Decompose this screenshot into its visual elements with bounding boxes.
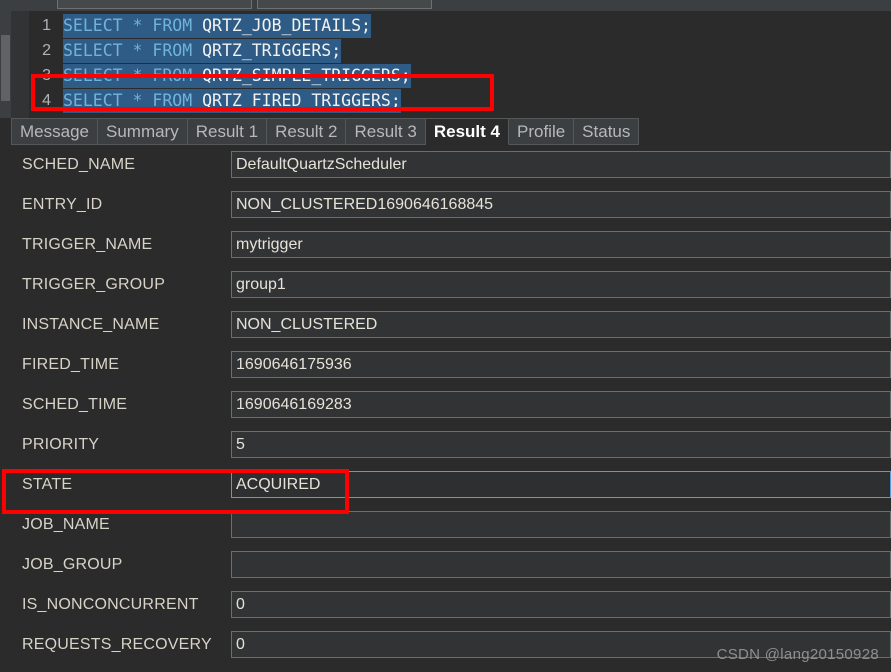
tab-result-4[interactable]: Result 4 xyxy=(425,118,509,145)
form-row: ENTRY_ID NON_CLUSTERED1690646168845 xyxy=(11,185,891,225)
form-row: TRIGGER_GROUP group1 xyxy=(11,265,891,305)
field-value-input[interactable] xyxy=(231,551,891,578)
field-label: STATE xyxy=(22,476,73,493)
sql-line[interactable]: 4 SELECT * FROM QRTZ_FIRED_TRIGGERS; xyxy=(11,88,891,113)
field-label: IS_NONCONCURRENT xyxy=(22,596,199,613)
tab-result-2[interactable]: Result 2 xyxy=(267,118,347,145)
field-label: ENTRY_ID xyxy=(22,196,103,213)
line-number: 3 xyxy=(42,66,51,84)
field-value-input[interactable]: mytrigger xyxy=(231,231,891,258)
tab-label: Message xyxy=(20,122,89,141)
sql-line[interactable]: 2 SELECT * FROM QRTZ_TRIGGERS; xyxy=(11,38,891,63)
sql-keyword: SELECT * FROM xyxy=(63,41,203,60)
form-row: SCHED_TIME 1690646169283 xyxy=(11,385,891,425)
sql-line-text[interactable]: SELECT * FROM QRTZ_FIRED_TRIGGERS; xyxy=(63,89,401,113)
field-label: TRIGGER_NAME xyxy=(22,236,153,253)
watermark: CSDN @lang20150928 xyxy=(716,646,879,663)
tab-label: Result 3 xyxy=(354,122,417,141)
editor-scrollbar-thumb[interactable] xyxy=(1,35,10,101)
form-row: SCHED_NAME DefaultQuartzScheduler xyxy=(11,145,891,185)
field-label: TRIGGER_GROUP xyxy=(22,276,166,293)
sql-table-name: QRTZ_SIMPLE_TRIGGERS; xyxy=(202,66,411,85)
field-label: REQUESTS_RECOVERY xyxy=(22,636,212,653)
editor-scrollbar-track[interactable] xyxy=(0,11,11,118)
sql-line-text[interactable]: SELECT * FROM QRTZ_SIMPLE_TRIGGERS; xyxy=(63,64,411,88)
tab-label: Result 1 xyxy=(195,122,259,141)
sql-line-text[interactable]: SELECT * FROM QRTZ_JOB_DETAILS; xyxy=(63,14,371,38)
sql-line-text[interactable]: SELECT * FROM QRTZ_TRIGGERS; xyxy=(63,39,342,63)
sql-line[interactable]: 3 SELECT * FROM QRTZ_SIMPLE_TRIGGERS; xyxy=(11,63,891,88)
sql-client-window: 1 SELECT * FROM QRTZ_JOB_DETAILS; 2 SELECT … xyxy=(0,0,891,672)
line-number: 4 xyxy=(42,91,51,109)
tab-label: Result 2 xyxy=(275,122,338,141)
field-value-input[interactable]: 1690646169283 xyxy=(231,391,891,418)
tab-label: Summary xyxy=(105,122,179,141)
tab-summary[interactable]: Summary xyxy=(97,118,188,145)
toolbar-input-b[interactable] xyxy=(257,0,432,9)
field-value-input[interactable]: group1 xyxy=(231,271,891,298)
field-value-input[interactable]: 5 xyxy=(231,431,891,458)
tab-label: Profile xyxy=(516,122,566,141)
form-row: JOB_GROUP xyxy=(11,545,891,585)
sql-keyword: SELECT * FROM xyxy=(63,66,203,85)
sql-keyword: SELECT * FROM xyxy=(63,16,203,35)
form-row: JOB_NAME xyxy=(11,505,891,545)
field-value-input[interactable]: NON_CLUSTERED1690646168845 xyxy=(231,191,891,218)
result-tab-bar[interactable]: Message Summary Result 1 Result 2 Result 3 Re… xyxy=(11,118,640,145)
field-value-input[interactable]: NON_CLUSTERED xyxy=(231,311,891,338)
tab-result-3[interactable]: Result 3 xyxy=(346,118,426,145)
field-label: JOB_NAME xyxy=(22,516,110,533)
field-label: SCHED_NAME xyxy=(22,156,136,173)
tab-status[interactable]: Status xyxy=(574,118,640,145)
sql-editor[interactable]: 1 SELECT * FROM QRTZ_JOB_DETAILS; 2 SELECT … xyxy=(11,11,891,118)
toolbar-input-a[interactable] xyxy=(57,0,252,9)
field-value-input[interactable]: 1690646175936 xyxy=(231,351,891,378)
field-value-input[interactable]: 0 xyxy=(231,591,891,618)
tab-label: Status xyxy=(582,122,631,141)
tab-profile[interactable]: Profile xyxy=(508,118,575,145)
sql-keyword: SELECT * FROM xyxy=(63,91,203,110)
field-label: INSTANCE_NAME xyxy=(22,316,160,333)
field-value-input[interactable]: DefaultQuartzScheduler xyxy=(231,151,891,178)
form-row: IS_NONCONCURRENT 0 xyxy=(11,585,891,625)
sql-table-name: QRTZ_TRIGGERS; xyxy=(202,41,342,60)
field-label: SCHED_TIME xyxy=(22,396,128,413)
line-number: 2 xyxy=(42,41,51,59)
form-row: STATE ACQUIRED xyxy=(11,465,891,505)
sql-line[interactable]: 1 SELECT * FROM QRTZ_JOB_DETAILS; xyxy=(11,13,891,38)
toolbar-strip xyxy=(0,0,891,11)
tab-message[interactable]: Message xyxy=(11,118,98,145)
tab-result-1[interactable]: Result 1 xyxy=(187,118,268,145)
field-label: FIRED_TIME xyxy=(22,356,120,373)
form-row: PRIORITY 5 xyxy=(11,425,891,465)
form-row: INSTANCE_NAME NON_CLUSTERED xyxy=(11,305,891,345)
line-number: 1 xyxy=(42,16,51,34)
field-label: PRIORITY xyxy=(22,436,100,453)
sql-table-name: QRTZ_JOB_DETAILS; xyxy=(202,16,371,35)
field-value-input[interactable] xyxy=(231,511,891,538)
field-value-input[interactable]: ACQUIRED xyxy=(231,471,891,498)
tab-label: Result 4 xyxy=(433,122,500,141)
sql-table-name: QRTZ_FIRED_TRIGGERS; xyxy=(202,91,401,110)
field-label: JOB_GROUP xyxy=(22,556,123,573)
record-form: SCHED_NAME DefaultQuartzScheduler ENTRY_ID… xyxy=(11,145,891,672)
form-row: FIRED_TIME 1690646175936 xyxy=(11,345,891,385)
form-row: TRIGGER_NAME mytrigger xyxy=(11,225,891,265)
